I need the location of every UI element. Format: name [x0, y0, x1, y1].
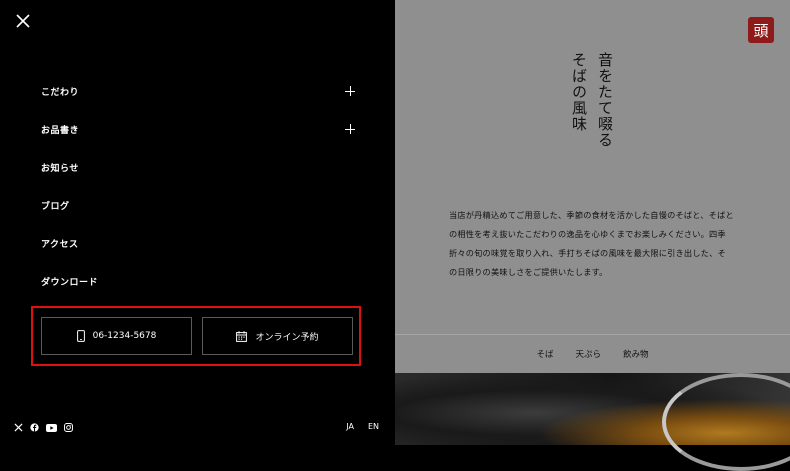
nav-item-oshinagaki[interactable]: お品書き	[41, 110, 361, 148]
online-reservation-button[interactable]: オンライン予約	[202, 317, 353, 355]
title-line-1: 音をたて啜る	[596, 52, 614, 148]
category-soba[interactable]: そば	[536, 348, 553, 360]
language-switcher: JA EN	[346, 422, 379, 431]
nav-item-access[interactable]: アクセス	[41, 224, 361, 262]
main-nav: こだわり お品書き お知らせ ブログ アクセス ダウンロード	[41, 72, 361, 300]
lang-en[interactable]: EN	[368, 422, 379, 431]
calendar-icon	[236, 330, 248, 342]
instagram-icon[interactable]	[64, 423, 73, 432]
logo[interactable]: 頭	[748, 17, 774, 43]
menu-panel: こだわり お品書き お知らせ ブログ アクセス ダウンロード 06-1234-5…	[0, 0, 395, 445]
nav-item-blog[interactable]: ブログ	[41, 186, 361, 224]
close-icon[interactable]	[14, 12, 32, 30]
nav-item-label: ダウンロード	[41, 277, 99, 288]
social-links	[14, 423, 73, 432]
nav-item-label: こだわり	[41, 87, 80, 98]
page-title: 音をたて啜る そばの風味	[566, 52, 618, 148]
phone-button[interactable]: 06-1234-5678	[41, 317, 192, 355]
nav-item-label: お品書き	[41, 125, 80, 136]
lang-ja[interactable]: JA	[346, 422, 354, 431]
title-line-2: そばの風味	[570, 52, 588, 132]
nav-item-label: ブログ	[41, 201, 70, 212]
plus-icon[interactable]	[345, 86, 355, 96]
category-tempura[interactable]: 天ぷら	[575, 348, 601, 360]
nav-item-kodawari[interactable]: こだわり	[41, 72, 361, 110]
cta-highlight-box: 06-1234-5678 オンライン予約	[31, 306, 361, 366]
nav-item-download[interactable]: ダウンロード	[41, 262, 361, 300]
plus-icon[interactable]	[345, 124, 355, 134]
x-icon[interactable]	[14, 423, 23, 432]
nav-item-label: アクセス	[41, 239, 79, 250]
nav-item-label: お知らせ	[41, 163, 79, 174]
nav-item-news[interactable]: お知らせ	[41, 148, 361, 186]
content-panel: 頭 音をたて啜る そばの風味 当店が丹精込めてご用意した、季節の食材を活かした自…	[395, 0, 790, 471]
phone-number: 06-1234-5678	[92, 331, 157, 341]
soba-photo	[395, 373, 790, 471]
online-reservation-label: オンライン予約	[255, 332, 319, 343]
category-nav: そば 天ぷら 飲み物	[395, 335, 790, 373]
phone-icon	[76, 330, 85, 342]
youtube-icon[interactable]	[46, 423, 57, 432]
ladle-image-detail	[662, 373, 790, 471]
category-drinks[interactable]: 飲み物	[623, 348, 649, 360]
facebook-icon[interactable]	[30, 423, 39, 432]
description-text: 当店が丹精込めてご用意した、季節の食材を活かした自慢のそばと、そばとの相性を考え…	[449, 210, 734, 277]
